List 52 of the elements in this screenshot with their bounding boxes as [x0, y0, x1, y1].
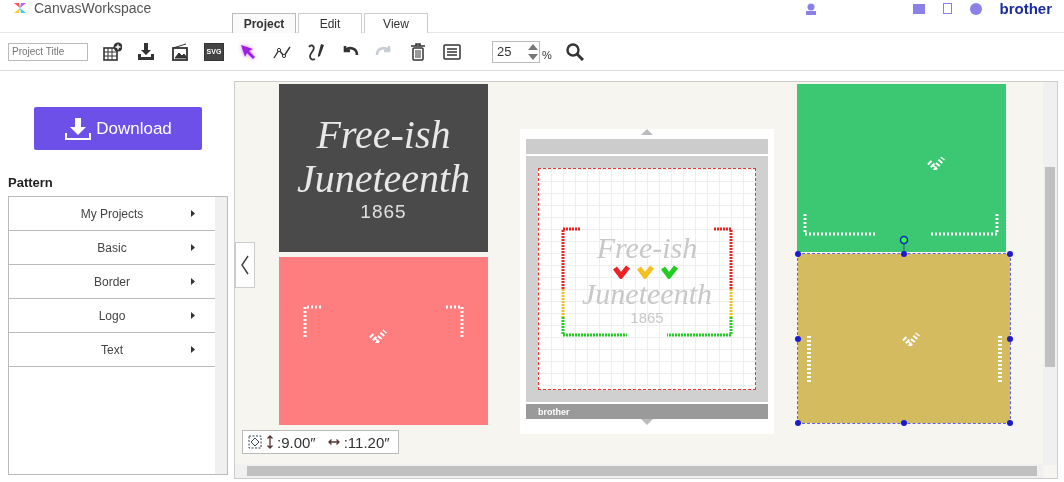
mat-brand: brother: [538, 406, 570, 417]
height-value: :9.00″: [277, 433, 316, 451]
vertical-scrollbar[interactable]: [1043, 82, 1057, 465]
bounding-box-icon: [247, 434, 263, 450]
zoom-unit: %: [542, 48, 552, 61]
project-title-field[interactable]: Project Title: [8, 42, 88, 61]
app-logo: CanvasWorkspace: [34, 0, 152, 16]
horizontal-scrollbar[interactable]: [235, 464, 1043, 478]
design-panel[interactable]: Free-ish Juneteenth 1865: [279, 84, 488, 252]
list-scrollbar[interactable]: [215, 197, 227, 474]
caret-icon: [191, 278, 195, 285]
resize-handle[interactable]: [795, 420, 801, 426]
menu-tab[interactable]: Edit: [298, 13, 362, 33]
resize-handle[interactable]: [1007, 335, 1013, 342]
design-text: Free-ish: [316, 113, 451, 157]
folder-icon[interactable]: [912, 3, 925, 14]
resize-handle[interactable]: [795, 335, 801, 342]
resize-handle[interactable]: [901, 251, 907, 257]
zoom-field[interactable]: 25: [492, 40, 540, 63]
import-tool-button[interactable]: [136, 41, 156, 62]
collapse-button[interactable]: [235, 242, 255, 288]
list-tool-button[interactable]: [442, 41, 462, 62]
search-icon[interactable]: [565, 42, 584, 61]
section-heading: Pattern: [8, 175, 53, 190]
design-text: Juneteenth: [296, 157, 471, 201]
add-sheet-tool-button[interactable]: [102, 41, 122, 62]
logo-icon: [12, 1, 28, 15]
brand-logo: brother: [999, 0, 1052, 17]
draw-tool-button[interactable]: [306, 41, 326, 62]
caret-icon: [191, 210, 195, 217]
menu-tab[interactable]: Project: [232, 13, 296, 33]
resize-handle[interactable]: [1007, 420, 1013, 426]
page-icon[interactable]: [942, 3, 952, 14]
resize-handle[interactable]: [1007, 251, 1013, 257]
user-icon[interactable]: [804, 2, 817, 15]
resize-handle[interactable]: [795, 251, 801, 257]
caret-icon: [191, 312, 195, 319]
caret-icon: [191, 244, 195, 251]
width-icon: [327, 439, 340, 445]
resize-handle[interactable]: [901, 420, 907, 426]
delete-tool-button[interactable]: [408, 41, 428, 62]
download-button[interactable]: Download: [34, 107, 202, 150]
image-tool-button[interactable]: [170, 41, 190, 62]
menu-tab[interactable]: View: [364, 13, 428, 33]
download-icon: [64, 116, 93, 141]
rotate-handle[interactable]: [899, 235, 909, 251]
chevron-icon: [240, 255, 250, 275]
design-text: 1865: [360, 201, 407, 223]
caret-icon: [191, 346, 195, 353]
width-value: :11.20″: [343, 433, 390, 451]
height-icon: [267, 435, 273, 449]
info-icon[interactable]: [969, 2, 982, 15]
